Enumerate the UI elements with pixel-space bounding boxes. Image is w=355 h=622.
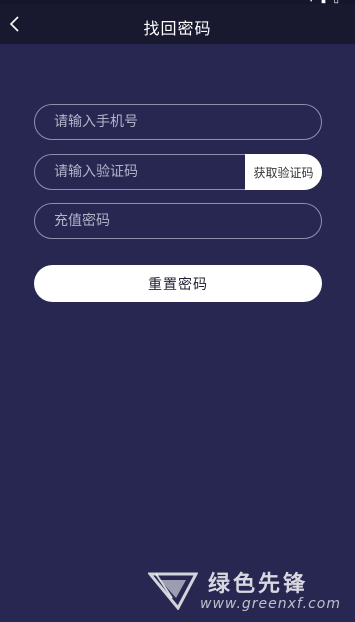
find-password-screen: ▾ ▮ ▯ 找回密码 获取验证码 重置密码 绿色先锋 www.greenxf.c… [0, 0, 355, 622]
page-title: 找回密码 [143, 19, 212, 38]
verification-code-input[interactable] [54, 155, 234, 189]
header-bar: 找回密码 [0, 4, 355, 44]
watermark-name: 绿色先锋 [208, 572, 309, 597]
phone-field[interactable] [34, 104, 322, 140]
greenxf-logo-icon [148, 572, 198, 610]
phone-input[interactable] [54, 105, 304, 139]
password-input[interactable] [54, 204, 304, 238]
get-code-button[interactable]: 获取验证码 [245, 154, 322, 190]
password-field[interactable] [34, 203, 322, 239]
reset-password-button[interactable]: 重置密码 [34, 265, 322, 302]
verification-code-field[interactable]: 获取验证码 [34, 154, 322, 190]
watermark-url: www.greenxf.com [200, 596, 341, 612]
watermark: 绿色先锋 www.greenxf.com [148, 566, 348, 616]
